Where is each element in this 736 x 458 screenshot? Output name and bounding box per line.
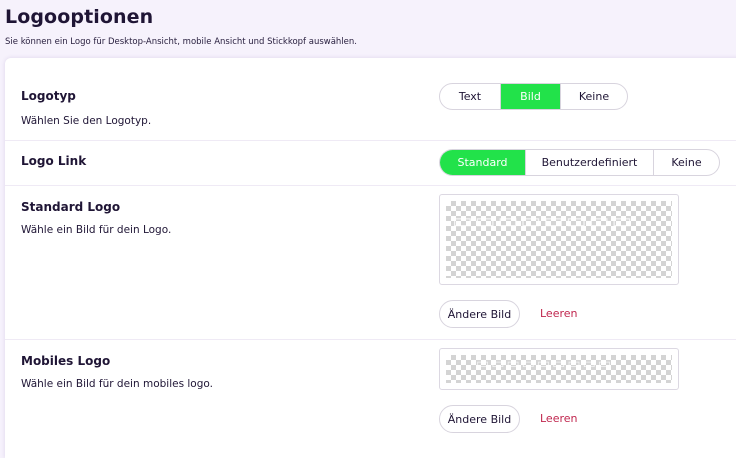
row-divider bbox=[5, 185, 736, 186]
row-divider bbox=[5, 339, 736, 340]
logotyp-option-bild[interactable]: Bild bbox=[501, 84, 561, 109]
standard-logo-clear-link[interactable]: Leeren bbox=[540, 307, 578, 320]
standard-logo-description: Wähle ein Bild für dein Logo. bbox=[21, 224, 172, 236]
page-header: Logooptionen Sie können ein Logo für Des… bbox=[5, 6, 357, 47]
mobile-logo-title: Mobiles Logo bbox=[21, 354, 111, 368]
page-title: Logooptionen bbox=[5, 6, 154, 28]
mobile-logo-change-button[interactable]: Ändere Bild bbox=[439, 405, 520, 433]
standard-logo-preview[interactable]: ▭▭▭▭▭▭▭▭ bbox=[439, 194, 679, 285]
transparent-image-icon: ▭▭▭▭▭▭▭▭ bbox=[446, 201, 672, 278]
row-divider bbox=[5, 140, 736, 141]
standard-logo-title: Standard Logo bbox=[21, 200, 121, 214]
logo-link-title: Logo Link bbox=[21, 154, 87, 168]
mobile-logo-description: Wähle ein Bild für dein mobiles logo. bbox=[21, 378, 213, 390]
standard-logo-change-button[interactable]: Ändere Bild bbox=[439, 300, 520, 328]
logotyp-title: Logotyp bbox=[21, 89, 76, 103]
logotyp-option-keine[interactable]: Keine bbox=[561, 84, 627, 109]
page-subtitle: Sie können ein Logo für Desktop-Ansicht,… bbox=[5, 37, 358, 47]
logotyp-segmented-control: Text Bild Keine bbox=[439, 83, 628, 110]
logo-link-option-benutzerdefiniert[interactable]: Benutzerdefiniert bbox=[526, 150, 654, 175]
logotyp-option-text[interactable]: Text bbox=[440, 84, 501, 109]
mobile-logo-preview[interactable]: ▭▭▭▭▭▭▭▭▭ bbox=[439, 348, 679, 390]
settings-card: Logotyp Wählen Sie den Logotyp. Text Bil… bbox=[5, 58, 736, 458]
logotyp-description: Wählen Sie den Logotyp. bbox=[21, 115, 152, 127]
logo-link-segmented-control: Standard Benutzerdefiniert Keine bbox=[439, 149, 720, 176]
logo-link-option-keine[interactable]: Keine bbox=[654, 150, 719, 175]
transparent-image-icon: ▭▭▭▭▭▭▭▭▭ bbox=[446, 355, 672, 383]
logo-watermark-icon: ▭▭▭▭▭▭▭▭ bbox=[452, 209, 635, 234]
logo-watermark-icon: ▭▭▭▭▭▭▭▭▭ bbox=[476, 356, 614, 372]
logo-link-option-standard[interactable]: Standard bbox=[440, 150, 526, 175]
mobile-logo-clear-link[interactable]: Leeren bbox=[540, 412, 578, 425]
